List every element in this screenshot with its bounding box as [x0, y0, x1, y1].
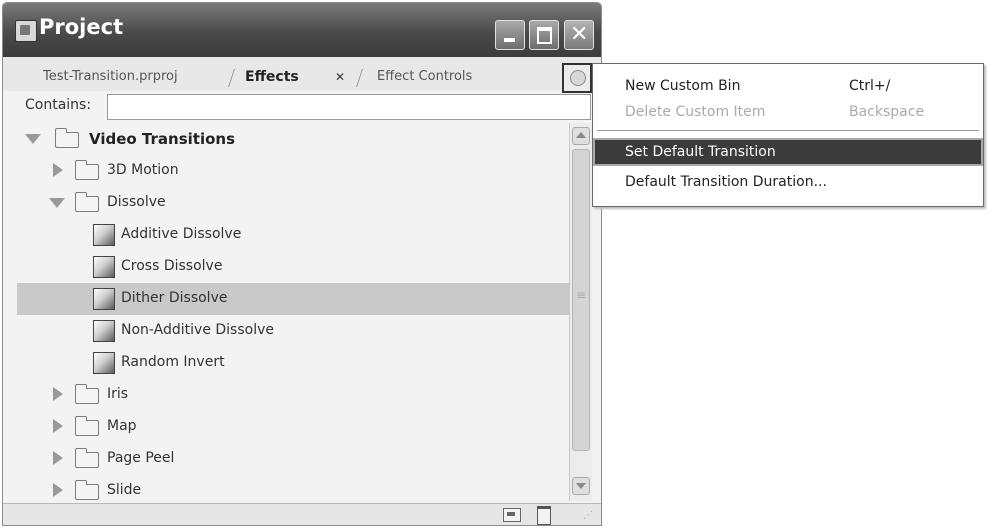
menu-item-label: Delete Custom Item	[625, 104, 766, 120]
menu-separator	[597, 130, 979, 131]
folder-icon	[75, 192, 99, 212]
tree-label: Non-Additive Dissolve	[121, 322, 274, 338]
folder-icon	[75, 480, 99, 500]
menu-item-default-transition-duration[interactable]: Default Transition Duration...	[593, 168, 983, 196]
tree-label: 3D Motion	[107, 162, 179, 178]
vertical-scrollbar[interactable]	[569, 123, 592, 501]
tree-row-dither-dissolve[interactable]: Dither Dissolve	[17, 283, 569, 315]
tab-project-file[interactable]: Test-Transition.prproj	[43, 64, 178, 90]
folder-icon	[55, 128, 79, 148]
menu-item-delete-custom-item: Delete Custom Item Backspace	[593, 98, 983, 126]
tree-label: Cross Dissolve	[121, 258, 223, 274]
resize-grip-icon[interactable]: ⋰	[583, 510, 593, 521]
effects-tree: Video Transitions 3D Motion Dissolve Add…	[17, 123, 569, 503]
panel-menu-button[interactable]	[562, 63, 592, 93]
tab-close-icon[interactable]: ✕	[335, 64, 345, 90]
title-bar[interactable]: Project ✕	[3, 3, 601, 57]
minimize-button[interactable]	[495, 20, 525, 50]
transition-icon	[93, 256, 115, 278]
menu-item-label: Default Transition Duration...	[625, 174, 827, 190]
tree-label: Video Transitions	[89, 130, 236, 148]
collapse-arrow-icon[interactable]	[53, 163, 63, 177]
project-panel: Project ✕ Test-Transition.prproj Effects…	[2, 2, 602, 526]
menu-item-shortcut: Backspace	[849, 104, 925, 120]
collapse-arrow-icon[interactable]	[53, 387, 63, 401]
close-icon: ✕	[570, 22, 589, 47]
tree-label: Dither Dissolve	[121, 290, 228, 306]
transition-icon	[93, 352, 115, 374]
collapse-arrow-icon[interactable]	[53, 451, 63, 465]
search-input[interactable]	[107, 94, 591, 120]
tab-effects[interactable]: Effects	[245, 64, 299, 90]
scroll-down-icon[interactable]	[572, 477, 590, 495]
tree-row-cross-dissolve[interactable]: Cross Dissolve	[17, 251, 569, 283]
window-title: Project	[39, 15, 124, 39]
tree-label: Dissolve	[107, 194, 166, 210]
tree-row-page-peel[interactable]: Page Peel	[17, 443, 569, 475]
tree-row-map[interactable]: Map	[17, 411, 569, 443]
menu-item-label: Set Default Transition	[625, 144, 776, 160]
scroll-up-icon[interactable]	[572, 127, 590, 145]
folder-icon	[75, 160, 99, 180]
scrollbar-thumb[interactable]	[572, 149, 590, 451]
tab-effect-controls[interactable]: Effect Controls	[377, 64, 472, 90]
search-label: Contains:	[25, 97, 92, 113]
tree-row-additive-dissolve[interactable]: Additive Dissolve	[17, 219, 569, 251]
tab-strip: Test-Transition.prproj Effects ✕ Effect …	[3, 57, 601, 92]
folder-icon	[75, 384, 99, 404]
app-icon	[15, 20, 37, 42]
folder-icon	[75, 448, 99, 468]
menu-item-set-default-transition[interactable]: Set Default Transition	[593, 138, 983, 166]
collapse-arrow-icon[interactable]	[53, 419, 63, 433]
tab-divider	[228, 69, 235, 87]
search-row: Contains:	[3, 91, 601, 127]
maximize-button[interactable]	[529, 20, 559, 50]
tree-row-3d-motion[interactable]: 3D Motion	[17, 155, 569, 187]
trash-icon[interactable]	[537, 506, 551, 525]
tree-row-video-transitions[interactable]: Video Transitions	[17, 123, 569, 155]
tree-row-non-additive-dissolve[interactable]: Non-Additive Dissolve	[17, 315, 569, 347]
tree-row-iris[interactable]: Iris	[17, 379, 569, 411]
tree-row-dissolve[interactable]: Dissolve	[17, 187, 569, 219]
tree-label: Additive Dissolve	[121, 226, 242, 242]
panel-footer: ⋰	[3, 503, 601, 525]
folder-icon	[75, 416, 99, 436]
expand-arrow-icon[interactable]	[49, 198, 65, 208]
transition-icon	[93, 320, 115, 342]
transition-icon	[93, 288, 115, 310]
new-custom-bin-icon[interactable]	[503, 508, 521, 522]
transition-icon	[93, 224, 115, 246]
tree-row-random-invert[interactable]: Random Invert	[17, 347, 569, 379]
menu-item-label: New Custom Bin	[625, 78, 741, 94]
close-button[interactable]: ✕	[564, 20, 594, 50]
menu-item-new-custom-bin[interactable]: New Custom Bin Ctrl+/	[593, 72, 983, 100]
tree-label: Random Invert	[121, 354, 225, 370]
collapse-arrow-icon[interactable]	[53, 483, 63, 497]
tree-label: Page Peel	[107, 450, 175, 466]
tree-label: Slide	[107, 482, 142, 498]
tree-label: Map	[107, 418, 137, 434]
tree-label: Iris	[107, 386, 129, 402]
panel-flyout-menu: New Custom Bin Ctrl+/ Delete Custom Item…	[592, 63, 984, 207]
menu-item-shortcut: Ctrl+/	[849, 78, 891, 94]
expand-arrow-icon[interactable]	[25, 134, 41, 144]
tab-divider	[356, 69, 363, 87]
